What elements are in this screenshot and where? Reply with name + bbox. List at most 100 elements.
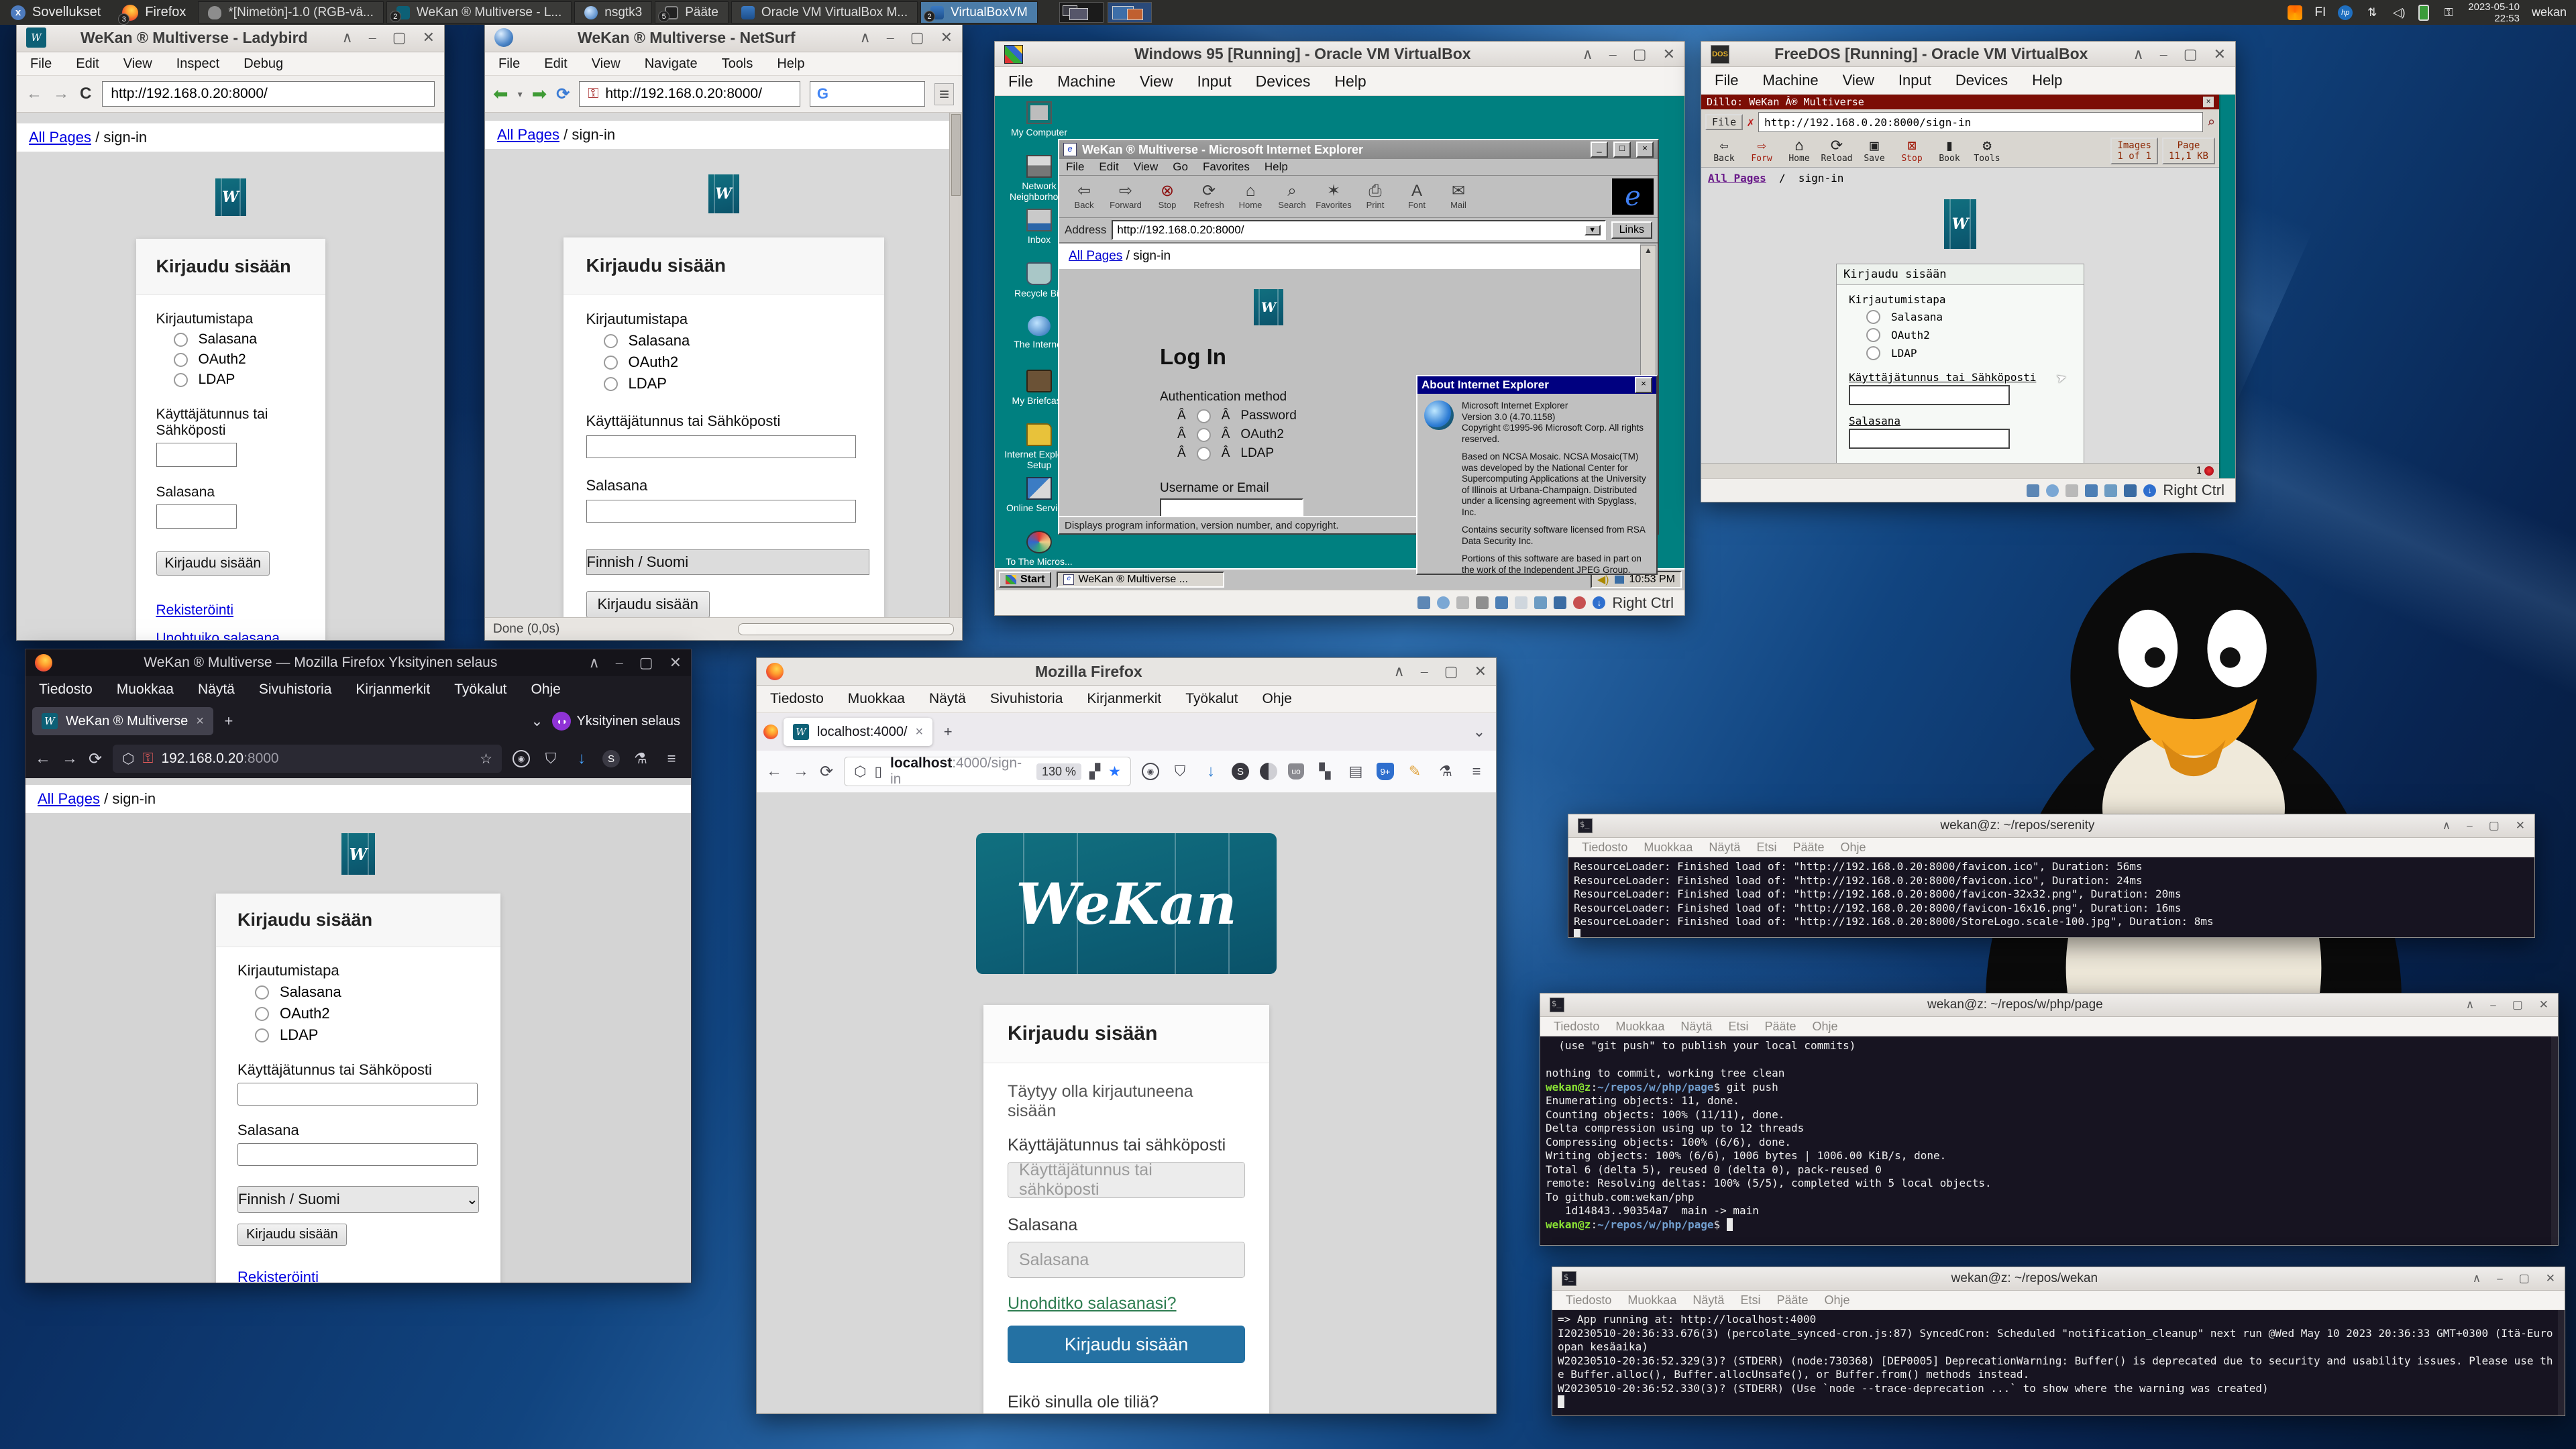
username-input[interactable] (1849, 385, 2010, 405)
terminal-scrollbar[interactable] (2558, 1310, 2565, 1415)
maximize-button[interactable]: ▢ (2512, 998, 2523, 1012)
ie-toolbar-back[interactable]: ⇦Back (1063, 183, 1105, 210)
all-pages-link[interactable]: All Pages (38, 790, 100, 807)
ie-close-button[interactable]: × (1636, 142, 1654, 158)
menu-item[interactable]: Työkalut (454, 682, 506, 698)
workspace-pager[interactable] (1059, 2, 1152, 23)
radio-icon[interactable] (255, 1007, 269, 1021)
minimize-button[interactable]: ⎯ (2497, 1272, 2503, 1285)
volume-icon[interactable]: ◀) (1597, 573, 1609, 586)
tray-network-icon[interactable] (1615, 576, 1624, 584)
ie-toolbar-font[interactable]: AFont (1396, 183, 1438, 210)
taskbar-button-virtualboxvm[interactable]: VirtualBoxVM2 (920, 1, 1038, 23)
menu-item[interactable]: File (1066, 160, 1084, 174)
ie-minimize-button[interactable]: _ (1591, 142, 1608, 158)
radio-icon[interactable] (1197, 447, 1211, 461)
reload-icon[interactable]: ⟳ (89, 749, 102, 769)
register-link[interactable]: Rekisteröinti (156, 602, 305, 619)
terminal-output[interactable]: (use "git push" to publish your local co… (1540, 1036, 2558, 1245)
extension-moon-icon[interactable] (1260, 763, 1277, 780)
maximize-button[interactable]: ▢ (910, 29, 924, 46)
extension-badge-9plus-icon[interactable]: 9+ (1377, 763, 1394, 780)
extension-pen-icon[interactable]: ✎ (1405, 763, 1425, 780)
radio-option[interactable]: Salasana (255, 983, 479, 1001)
terminal-scrollbar[interactable] (2551, 1036, 2558, 1245)
radio-option[interactable]: Salasana (604, 332, 861, 350)
minimize-button[interactable]: ⎯ (2467, 819, 2473, 833)
shade-button[interactable]: ∧ (860, 29, 871, 46)
minimize-button[interactable]: ⎯ (2160, 46, 2167, 63)
close-button[interactable]: ✕ (1474, 663, 1487, 680)
bookmark-star-icon[interactable]: ★ (1108, 763, 1121, 780)
reload-icon[interactable]: ⟳ (820, 762, 833, 782)
menu-item[interactable]: File (30, 56, 52, 72)
radio-option[interactable]: LDAP (174, 372, 305, 388)
dillo-toolbar-reload[interactable]: ⟳Reload (1818, 139, 1856, 164)
menu-item[interactable]: Työkalut (1185, 691, 1238, 707)
menu-item[interactable]: Etsi (1740, 1293, 1760, 1307)
close-button[interactable]: ✕ (669, 654, 682, 672)
tab-list-chevron-icon[interactable]: ⌄ (1469, 723, 1489, 741)
language-select[interactable]: Finnish / Suomi (586, 549, 869, 575)
close-button[interactable]: ✕ (423, 29, 435, 46)
back-dropdown-icon[interactable]: ▾ (518, 89, 523, 100)
signin-button[interactable]: Kirjaudu sisään (1008, 1326, 1245, 1363)
menu-item[interactable]: Pääte (1776, 1293, 1808, 1307)
menu-item[interactable]: Machine (1057, 72, 1116, 91)
maximize-button[interactable]: ▢ (1633, 46, 1647, 63)
password-input[interactable] (1849, 429, 2010, 449)
register-link[interactable]: Rekisteröinti (237, 1269, 479, 1283)
radio-option[interactable]: OAuth2 (255, 1005, 479, 1022)
forward-icon[interactable]: → (793, 762, 809, 781)
dillo-toolbar-home[interactable]: ⌂Home (1780, 139, 1818, 164)
dillo-toolbar-save[interactable]: ▣Save (1856, 139, 1893, 164)
menu-item[interactable]: Navigate (645, 56, 698, 72)
vbox-titlebar[interactable]: DOS FreeDOS [Running] - Oracle VM Virtua… (1701, 42, 2235, 67)
radio-option[interactable]: LDAP (255, 1026, 479, 1044)
download-icon[interactable]: ↓ (1201, 762, 1221, 781)
keyboard-layout-indicator[interactable]: FI (2314, 5, 2326, 20)
firefox-titlebar[interactable]: WeKan ® Multiverse — Mozilla Firefox Yks… (25, 649, 691, 676)
menu-item[interactable]: Sivuhistoria (990, 691, 1063, 707)
network-tray-icon[interactable]: ⇅ (2365, 5, 2379, 20)
signin-button[interactable]: Kirjaudu sisään (156, 551, 270, 576)
address-input[interactable]: http://192.168.0.20:8000/ ▼ (1112, 220, 1605, 240)
dillo-file-button[interactable]: File (1705, 114, 1743, 130)
forgot-password-link[interactable]: Unohditko salasanasi? (1008, 1294, 1245, 1313)
menu-item[interactable]: Muokkaa (1615, 1020, 1664, 1034)
tab-wekan[interactable]: W WeKan ® Multiverse × (32, 707, 213, 735)
insecure-padlock-icon[interactable]: ⚿ (142, 751, 153, 767)
taskbar-button-wekan-multiverse-l-[interactable]: WeKan ® Multiverse - L...2 (386, 1, 572, 23)
menu-item[interactable]: Ohje (1841, 841, 1866, 855)
menu-item[interactable]: Devices (1955, 72, 2008, 89)
menu-item[interactable]: Sivuhistoria (259, 682, 332, 698)
username-input[interactable] (156, 443, 237, 467)
menu-item[interactable]: Edit (1099, 160, 1118, 174)
menu-item[interactable]: Pääte (1764, 1020, 1796, 1034)
desktop-icon-to-the-micros-[interactable]: To The Micros... (999, 531, 1079, 567)
url-input[interactable]: http://192.168.0.20:8000/ (102, 81, 435, 107)
menu-item[interactable]: Debug (244, 56, 283, 72)
ladybird-titlebar[interactable]: W WeKan ® Multiverse - Ladybird ∧⎯▢✕ (17, 23, 444, 52)
workspace-2[interactable] (1108, 2, 1152, 23)
radio-option[interactable]: OAuth2 (1866, 328, 2072, 342)
menu-item[interactable]: Tiedosto (1566, 1293, 1611, 1307)
panel-clock[interactable]: 2023-05-10 22:53 (2468, 1, 2520, 24)
extension-s-icon[interactable]: S (602, 750, 620, 767)
search-input[interactable]: G (810, 81, 925, 107)
menu-item[interactable]: Help (1265, 160, 1288, 174)
url-input[interactable]: ⚿ http://192.168.0.20:8000/ (579, 81, 800, 107)
shield-icon[interactable]: ⬡ (854, 763, 866, 780)
menu-item[interactable]: Näytä (198, 682, 235, 698)
hamburger-menu-icon[interactable]: ≡ (1466, 763, 1487, 780)
workspace-1[interactable] (1059, 2, 1104, 23)
menu-item[interactable]: Devices (1256, 72, 1311, 91)
url-bar[interactable]: ⬡ ⚿ 192.168.0.20:8000 ☆ (113, 745, 502, 773)
firefox-titlebar[interactable]: Mozilla Firefox ∧⎯▢✕ (757, 658, 1496, 686)
menu-item[interactable]: Tiedosto (1554, 1020, 1599, 1034)
menu-item[interactable]: Edit (76, 56, 99, 72)
menu-item[interactable]: View (592, 56, 621, 72)
dillo-toolbar-tools[interactable]: ⚙Tools (1968, 139, 2006, 164)
taskbar-button--nimet-n-1-0-rgb-v-[interactable]: *[Nimetön]-1.0 (RGB-vä... (198, 1, 383, 23)
menu-item[interactable]: Edit (544, 56, 567, 72)
